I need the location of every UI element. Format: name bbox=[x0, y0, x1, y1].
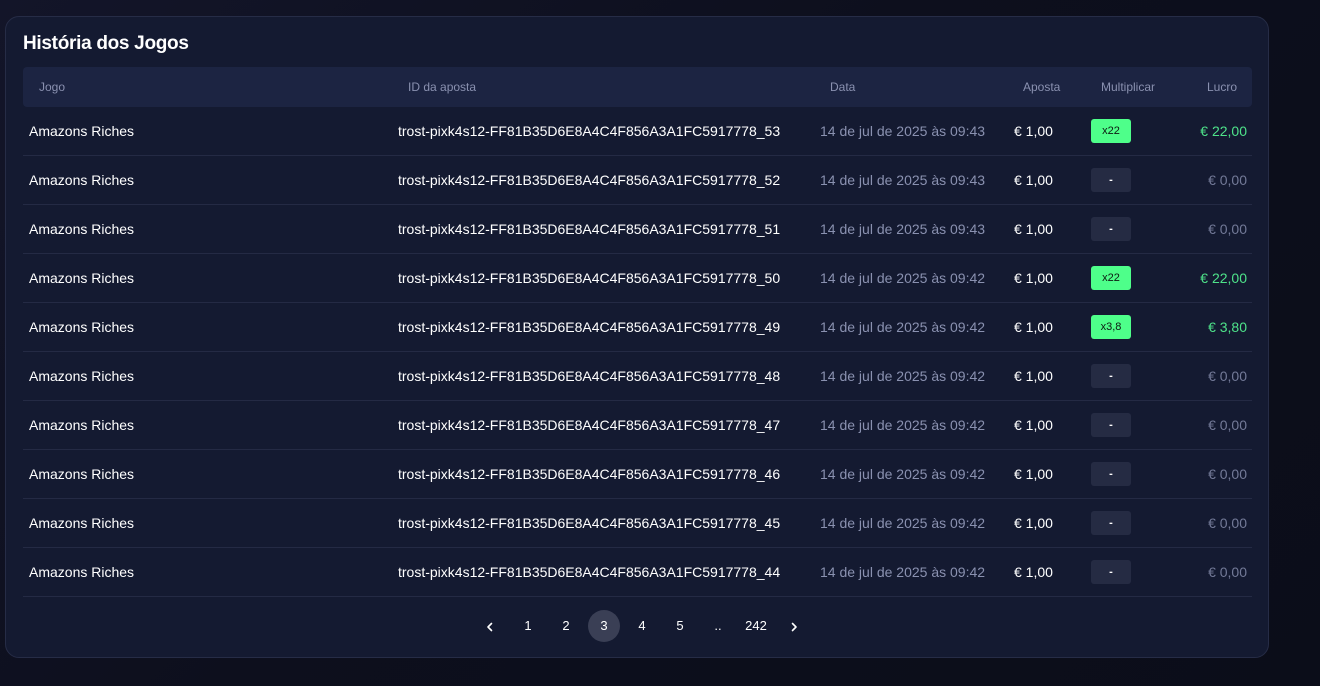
page-button-4[interactable]: 4 bbox=[626, 610, 658, 642]
page-button-242[interactable]: 242 bbox=[740, 610, 772, 642]
pagination: 1 2 3 4 5.. 242 bbox=[6, 609, 1270, 643]
multiplier-badge: - bbox=[1091, 168, 1131, 192]
bet-amount: € 1,00 bbox=[1014, 417, 1053, 433]
table-body: Amazons Riches trost-pixk4s12-FF81B35D6E8… bbox=[23, 107, 1252, 597]
bet-id: trost-pixk4s12-FF81B35D6E8A4C4F856A3A1FC… bbox=[398, 466, 781, 482]
profit-amount: € 0,00 bbox=[1208, 172, 1247, 188]
bet-date: 14 de jul de 2025 às 09:42 bbox=[820, 564, 986, 580]
page-button-3[interactable]: 3 bbox=[588, 610, 620, 642]
game-name: Amazons Riches bbox=[29, 417, 135, 433]
bet-id: trost-pixk4s12-FF81B35D6E8A4C4F856A3A1FC… bbox=[398, 319, 781, 335]
game-name: Amazons Riches bbox=[29, 368, 135, 384]
game-name: Amazons Riches bbox=[29, 221, 135, 237]
profit-amount: € 0,00 bbox=[1208, 466, 1247, 482]
next-page-button[interactable] bbox=[778, 610, 810, 642]
game-name: Amazons Riches bbox=[29, 319, 135, 335]
profit-amount: € 0,00 bbox=[1208, 417, 1247, 433]
bet-date: 14 de jul de 2025 às 09:43 bbox=[820, 172, 986, 188]
multiplier-badge: x22 bbox=[1091, 266, 1131, 290]
bet-id: trost-pixk4s12-FF81B35D6E8A4C4F856A3A1FC… bbox=[398, 564, 781, 580]
multiplier-badge: x3,8 bbox=[1091, 315, 1131, 339]
profit-amount: € 22,00 bbox=[1200, 270, 1247, 286]
profit-amount: € 0,00 bbox=[1208, 564, 1247, 580]
bet-id: trost-pixk4s12-FF81B35D6E8A4C4F856A3A1FC… bbox=[398, 172, 781, 188]
multiplier-badge: - bbox=[1091, 217, 1131, 241]
bet-date: 14 de jul de 2025 às 09:42 bbox=[820, 466, 986, 482]
column-header-date: Data bbox=[830, 80, 856, 94]
bet-id: trost-pixk4s12-FF81B35D6E8A4C4F856A3A1FC… bbox=[398, 270, 781, 286]
table-header: Jogo ID da aposta Data Aposta Multiplica… bbox=[23, 67, 1252, 107]
column-header-bet-id: ID da aposta bbox=[408, 80, 477, 94]
bet-amount: € 1,00 bbox=[1014, 319, 1053, 335]
bet-amount: € 1,00 bbox=[1014, 515, 1053, 531]
profit-amount: € 22,00 bbox=[1200, 123, 1247, 139]
table-row: Amazons Riches trost-pixk4s12-FF81B35D6E8… bbox=[23, 107, 1252, 156]
bet-id: trost-pixk4s12-FF81B35D6E8A4C4F856A3A1FC… bbox=[398, 417, 781, 433]
bet-id: trost-pixk4s12-FF81B35D6E8A4C4F856A3A1FC… bbox=[398, 221, 781, 237]
chevron-left-icon bbox=[487, 622, 493, 631]
table-row: Amazons Riches trost-pixk4s12-FF81B35D6E8… bbox=[23, 254, 1252, 303]
multiplier-badge: - bbox=[1091, 364, 1131, 388]
bet-amount: € 1,00 bbox=[1014, 368, 1053, 384]
bet-amount: € 1,00 bbox=[1014, 123, 1053, 139]
bet-date: 14 de jul de 2025 às 09:42 bbox=[820, 417, 986, 433]
bet-id: trost-pixk4s12-FF81B35D6E8A4C4F856A3A1FC… bbox=[398, 368, 781, 384]
bet-date: 14 de jul de 2025 às 09:42 bbox=[820, 270, 986, 286]
game-name: Amazons Riches bbox=[29, 466, 135, 482]
page-button-2[interactable]: 2 bbox=[550, 610, 582, 642]
table-row: Amazons Riches trost-pixk4s12-FF81B35D6E8… bbox=[23, 499, 1252, 548]
game-name: Amazons Riches bbox=[29, 172, 135, 188]
bet-amount: € 1,00 bbox=[1014, 564, 1053, 580]
bet-date: 14 de jul de 2025 às 09:42 bbox=[820, 515, 986, 531]
table-row: Amazons Riches trost-pixk4s12-FF81B35D6E8… bbox=[23, 450, 1252, 499]
page-button-1[interactable]: 1 bbox=[512, 610, 544, 642]
table-row: Amazons Riches trost-pixk4s12-FF81B35D6E8… bbox=[23, 352, 1252, 401]
bet-id: trost-pixk4s12-FF81B35D6E8A4C4F856A3A1FC… bbox=[398, 123, 781, 139]
multiplier-badge: - bbox=[1091, 511, 1131, 535]
bet-id: trost-pixk4s12-FF81B35D6E8A4C4F856A3A1FC… bbox=[398, 515, 781, 531]
bet-date: 14 de jul de 2025 às 09:43 bbox=[820, 221, 986, 237]
game-history-panel: História dos Jogos Jogo ID da aposta Dat… bbox=[5, 16, 1269, 658]
bet-date: 14 de jul de 2025 às 09:43 bbox=[820, 123, 986, 139]
multiplier-badge: - bbox=[1091, 560, 1131, 584]
page-list: 1 2 3 4 5.. 242 bbox=[512, 610, 772, 642]
history-table: Jogo ID da aposta Data Aposta Multiplica… bbox=[23, 67, 1252, 597]
profit-amount: € 0,00 bbox=[1208, 515, 1247, 531]
profit-amount: € 3,80 bbox=[1208, 319, 1247, 335]
table-row: Amazons Riches trost-pixk4s12-FF81B35D6E8… bbox=[23, 205, 1252, 254]
column-header-bet: Aposta bbox=[1023, 80, 1061, 94]
bet-date: 14 de jul de 2025 às 09:42 bbox=[820, 319, 986, 335]
bet-date: 14 de jul de 2025 às 09:42 bbox=[820, 368, 986, 384]
column-header-profit: Lucro bbox=[1206, 80, 1237, 94]
page-button-5[interactable]: 5 bbox=[664, 610, 696, 642]
multiplier-badge: x22 bbox=[1091, 119, 1131, 143]
bet-amount: € 1,00 bbox=[1014, 221, 1053, 237]
table-row: Amazons Riches trost-pixk4s12-FF81B35D6E8… bbox=[23, 156, 1252, 205]
bet-amount: € 1,00 bbox=[1014, 270, 1053, 286]
page-ellipsis: .. bbox=[714, 618, 722, 633]
bet-amount: € 1,00 bbox=[1014, 172, 1053, 188]
bet-amount: € 1,00 bbox=[1014, 466, 1053, 482]
table-row: Amazons Riches trost-pixk4s12-FF81B35D6E8… bbox=[23, 548, 1252, 597]
column-header-multiplier: Multiplicar bbox=[1101, 80, 1156, 94]
chevron-right-icon bbox=[791, 622, 797, 631]
game-name: Amazons Riches bbox=[29, 515, 135, 531]
profit-amount: € 0,00 bbox=[1208, 221, 1247, 237]
panel-title: História dos Jogos bbox=[23, 33, 189, 54]
prev-page-button[interactable] bbox=[474, 610, 506, 642]
profit-amount: € 0,00 bbox=[1208, 368, 1247, 384]
game-name: Amazons Riches bbox=[29, 123, 135, 139]
game-name: Amazons Riches bbox=[29, 270, 135, 286]
table-row: Amazons Riches trost-pixk4s12-FF81B35D6E8… bbox=[23, 303, 1252, 352]
column-header-game: Jogo bbox=[39, 80, 66, 94]
multiplier-badge: - bbox=[1091, 462, 1131, 486]
multiplier-badge: - bbox=[1091, 413, 1131, 437]
table-row: Amazons Riches trost-pixk4s12-FF81B35D6E8… bbox=[23, 401, 1252, 450]
game-name: Amazons Riches bbox=[29, 564, 135, 580]
